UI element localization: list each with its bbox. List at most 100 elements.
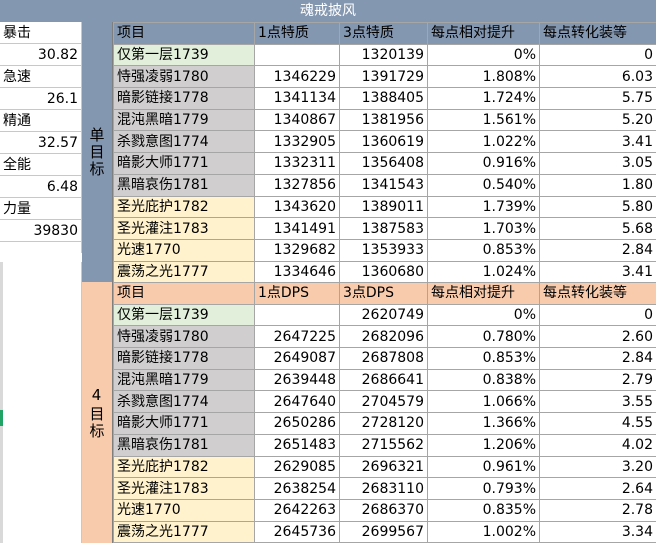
value-cell-1pt[interactable]: 1329682 — [254, 238, 340, 262]
value-cell-1pt[interactable]: 2645736 — [254, 520, 340, 543]
row-name-cell[interactable]: 圣光庇护1782 — [113, 455, 255, 479]
value-cell-3pt[interactable]: 1353933 — [339, 238, 428, 262]
relative-gain-cell[interactable]: 1.561% — [427, 108, 540, 132]
value-cell-1pt[interactable]: 2642263 — [254, 498, 340, 522]
value-cell-3pt[interactable]: 1356408 — [339, 152, 428, 175]
row-name-cell[interactable]: 仅第一层1739 — [113, 43, 255, 67]
ilvl-conversion-cell[interactable]: 5.20 — [539, 108, 656, 132]
row-name-cell[interactable]: 黑暗哀伤1781 — [113, 433, 255, 457]
section-label-single-target[interactable]: 单目标 — [82, 22, 113, 282]
relative-gain-cell[interactable]: 1.024% — [427, 260, 540, 284]
stat-value[interactable]: 39830 — [0, 220, 82, 242]
row-name-cell[interactable]: 黑暗哀伤1781 — [113, 173, 255, 197]
ilvl-conversion-cell[interactable]: 3.34 — [539, 520, 656, 543]
value-cell-1pt[interactable]: 1340867 — [254, 108, 340, 132]
relative-gain-cell[interactable]: 0.853% — [427, 347, 540, 370]
value-cell-1pt[interactable]: 2651483 — [254, 433, 340, 457]
value-cell-1pt[interactable]: 2647225 — [254, 325, 340, 349]
value-cell-1pt[interactable]: 2650286 — [254, 412, 340, 435]
value-cell-1pt[interactable]: 2629085 — [254, 455, 340, 479]
ilvl-conversion-cell[interactable]: 5.68 — [539, 217, 656, 240]
row-name-cell[interactable]: 恃强凌弱1780 — [113, 65, 255, 89]
stat-value[interactable]: 6.48 — [0, 176, 82, 198]
relative-gain-cell[interactable]: 1.022% — [427, 130, 540, 154]
column-header[interactable]: 每点相对提升 — [427, 282, 540, 305]
column-header[interactable]: 1点特质 — [254, 22, 340, 45]
relative-gain-cell[interactable]: 0.961% — [427, 455, 540, 479]
ilvl-conversion-cell[interactable]: 5.75 — [539, 87, 656, 110]
value-cell-3pt[interactable]: 2704579 — [339, 390, 428, 414]
value-cell-3pt[interactable]: 2715562 — [339, 433, 428, 457]
relative-gain-cell[interactable]: 0% — [427, 43, 540, 67]
row-name-cell[interactable]: 暗影大师1771 — [113, 412, 255, 435]
column-header[interactable]: 项目 — [113, 22, 255, 45]
relative-gain-cell[interactable]: 1.066% — [427, 390, 540, 414]
row-name-cell[interactable]: 杀戮意图1774 — [113, 390, 255, 414]
value-cell-1pt[interactable]: 2639448 — [254, 368, 340, 392]
value-cell-3pt[interactable]: 2686641 — [339, 368, 428, 392]
value-cell-1pt[interactable]: 1332311 — [254, 152, 340, 175]
ilvl-conversion-cell[interactable]: 4.02 — [539, 433, 656, 457]
relative-gain-cell[interactable]: 0% — [427, 303, 540, 327]
value-cell-3pt[interactable]: 2686370 — [339, 498, 428, 522]
column-header[interactable]: 每点转化装等 — [539, 22, 656, 45]
ilvl-conversion-cell[interactable]: 0 — [539, 303, 656, 327]
value-cell-3pt[interactable]: 1387583 — [339, 217, 428, 240]
stats-blank-area[interactable] — [0, 262, 82, 543]
value-cell-3pt[interactable]: 2699567 — [339, 520, 428, 543]
section-label-four-target[interactable]: 4目标 — [82, 282, 113, 543]
ilvl-conversion-cell[interactable]: 3.41 — [539, 260, 656, 284]
value-cell-3pt[interactable]: 1389011 — [339, 195, 428, 219]
column-header[interactable]: 3点DPS — [339, 282, 428, 305]
row-name-cell[interactable]: 光速1770 — [113, 498, 255, 522]
value-cell-3pt[interactable]: 1341543 — [339, 173, 428, 197]
stat-value[interactable]: 32.57 — [0, 132, 82, 154]
row-name-cell[interactable]: 混沌黑暗1779 — [113, 368, 255, 392]
column-header[interactable]: 每点相对提升 — [427, 22, 540, 45]
relative-gain-cell[interactable]: 0.780% — [427, 325, 540, 349]
column-header[interactable]: 项目 — [113, 282, 255, 305]
ilvl-conversion-cell[interactable]: 2.84 — [539, 238, 656, 262]
ilvl-conversion-cell[interactable]: 4.55 — [539, 412, 656, 435]
value-cell-3pt[interactable]: 1320139 — [339, 43, 428, 67]
relative-gain-cell[interactable]: 0.540% — [427, 173, 540, 197]
row-name-cell[interactable]: 圣光庇护1782 — [113, 195, 255, 219]
row-name-cell[interactable]: 震荡之光1777 — [113, 520, 255, 543]
value-cell-1pt[interactable]: 1341491 — [254, 217, 340, 240]
value-cell-3pt[interactable]: 1360680 — [339, 260, 428, 284]
column-header[interactable]: 每点转化装等 — [539, 282, 656, 305]
relative-gain-cell[interactable]: 1.808% — [427, 65, 540, 89]
row-name-cell[interactable]: 圣光灌注1783 — [113, 217, 255, 240]
value-cell-1pt[interactable]: 1332905 — [254, 130, 340, 154]
value-cell-1pt[interactable]: 2647640 — [254, 390, 340, 414]
stat-label[interactable]: 精通 — [0, 110, 82, 132]
stat-label[interactable]: 暴击 — [0, 22, 82, 44]
sheet-title[interactable]: 魂戒披风 — [0, 0, 656, 22]
value-cell-3pt[interactable]: 1391729 — [339, 65, 428, 89]
ilvl-conversion-cell[interactable]: 3.55 — [539, 390, 656, 414]
row-name-cell[interactable]: 仅第一层1739 — [113, 303, 255, 327]
ilvl-conversion-cell[interactable]: 6.03 — [539, 65, 656, 89]
stat-value[interactable]: 30.82 — [0, 44, 82, 66]
value-cell-3pt[interactable]: 1388405 — [339, 87, 428, 110]
row-name-cell[interactable]: 暗影链接1778 — [113, 87, 255, 110]
value-cell-1pt[interactable] — [254, 303, 340, 327]
ilvl-conversion-cell[interactable]: 2.78 — [539, 498, 656, 522]
ilvl-conversion-cell[interactable]: 2.79 — [539, 368, 656, 392]
value-cell-1pt[interactable]: 1334646 — [254, 260, 340, 284]
row-name-cell[interactable]: 震荡之光1777 — [113, 260, 255, 284]
value-cell-1pt[interactable] — [254, 43, 340, 67]
relative-gain-cell[interactable]: 1.366% — [427, 412, 540, 435]
relative-gain-cell[interactable]: 0.835% — [427, 498, 540, 522]
ilvl-conversion-cell[interactable]: 3.05 — [539, 152, 656, 175]
relative-gain-cell[interactable]: 1.703% — [427, 217, 540, 240]
value-cell-1pt[interactable]: 1343620 — [254, 195, 340, 219]
ilvl-conversion-cell[interactable]: 3.41 — [539, 130, 656, 154]
row-name-cell[interactable]: 圣光灌注1783 — [113, 477, 255, 500]
value-cell-1pt[interactable]: 2649087 — [254, 347, 340, 370]
stat-value[interactable]: 26.1 — [0, 88, 82, 110]
ilvl-conversion-cell[interactable]: 3.20 — [539, 455, 656, 479]
relative-gain-cell[interactable]: 0.838% — [427, 368, 540, 392]
relative-gain-cell[interactable]: 1.206% — [427, 433, 540, 457]
ilvl-conversion-cell[interactable]: 5.80 — [539, 195, 656, 219]
